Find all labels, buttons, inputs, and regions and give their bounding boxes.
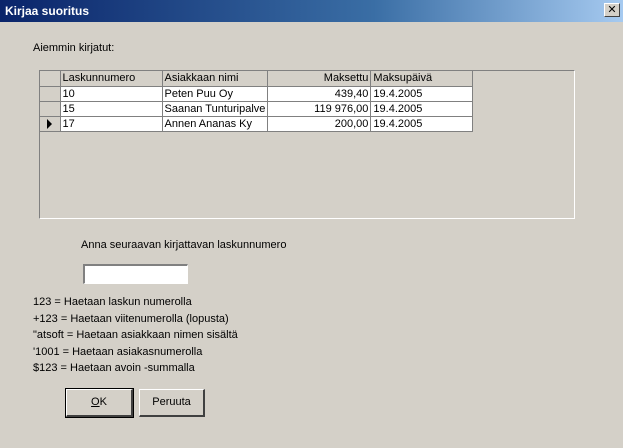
help-line: '1001 = Haetaan asiakasnumerolla (33, 346, 203, 358)
table-row[interactable]: 15 Saanan Tunturipalve 119 976,00 19.4.2… (40, 101, 474, 117)
invoice-number-input[interactable] (83, 264, 188, 284)
records-grid[interactable]: Laskunnumero Asiakkaan nimi Maksettu Mak… (39, 70, 575, 219)
help-line: +123 = Haetaan viitenumerolla (lopusta) (33, 313, 229, 325)
records-table: Laskunnumero Asiakkaan nimi Maksettu Mak… (40, 71, 474, 132)
column-header-paid[interactable]: Maksettu (267, 71, 372, 87)
help-line: 123 = Haetaan laskun numerolla (33, 296, 192, 308)
cell-customer-name[interactable]: Peten Puu Oy (162, 86, 269, 102)
cell-invoice-number[interactable]: 15 (60, 101, 163, 117)
table-row[interactable]: 17 Annen Ananas Ky 200,00 19.4.2005 (40, 116, 474, 132)
cell-payment-date[interactable]: 19.4.2005 (370, 116, 474, 132)
grid-corner (40, 71, 61, 87)
cell-invoice-number[interactable]: 10 (60, 86, 163, 102)
grid-header-row: Laskunnumero Asiakkaan nimi Maksettu Mak… (40, 71, 474, 87)
help-line: $123 = Haetaan avoin -summalla (33, 362, 195, 374)
cell-customer-name[interactable]: Annen Ananas Ky (162, 116, 269, 132)
close-icon[interactable]: ✕ (604, 3, 620, 17)
cell-payment-date[interactable]: 19.4.2005 (370, 101, 474, 117)
window-title: Kirjaa suoritus (5, 4, 90, 18)
title-bar: Kirjaa suoritus ✕ (0, 0, 623, 22)
arrow-right-icon (47, 118, 53, 129)
column-header-payment-date[interactable]: Maksupäivä (370, 71, 474, 87)
row-selector[interactable] (40, 101, 61, 117)
ok-button[interactable]: OK (65, 388, 134, 418)
table-row[interactable]: 10 Peten Puu Oy 439,40 19.4.2005 (40, 86, 474, 102)
ok-mnemonic: O (91, 396, 100, 408)
column-header-customer-name[interactable]: Asiakkaan nimi (162, 71, 269, 87)
cancel-button[interactable]: Peruuta (139, 389, 205, 417)
prompt-label: Anna seuraavan kirjattavan laskunnumero (81, 239, 287, 251)
row-selector[interactable] (40, 86, 61, 102)
previous-label: Aiemmin kirjatut: (33, 42, 115, 54)
cell-payment-date[interactable]: 19.4.2005 (370, 86, 474, 102)
help-line: "atsoft = Haetaan asiakkaan nimen sisält… (33, 329, 238, 341)
cell-paid[interactable]: 439,40 (267, 86, 372, 102)
cell-customer-name[interactable]: Saanan Tunturipalve (162, 101, 269, 117)
column-header-invoice-number[interactable]: Laskunnumero (60, 71, 163, 87)
row-selector[interactable] (40, 116, 61, 132)
cell-paid[interactable]: 200,00 (267, 116, 372, 132)
ok-label: K (99, 396, 107, 408)
cell-paid[interactable]: 119 976,00 (267, 101, 372, 117)
cell-invoice-number[interactable]: 17 (60, 116, 163, 132)
